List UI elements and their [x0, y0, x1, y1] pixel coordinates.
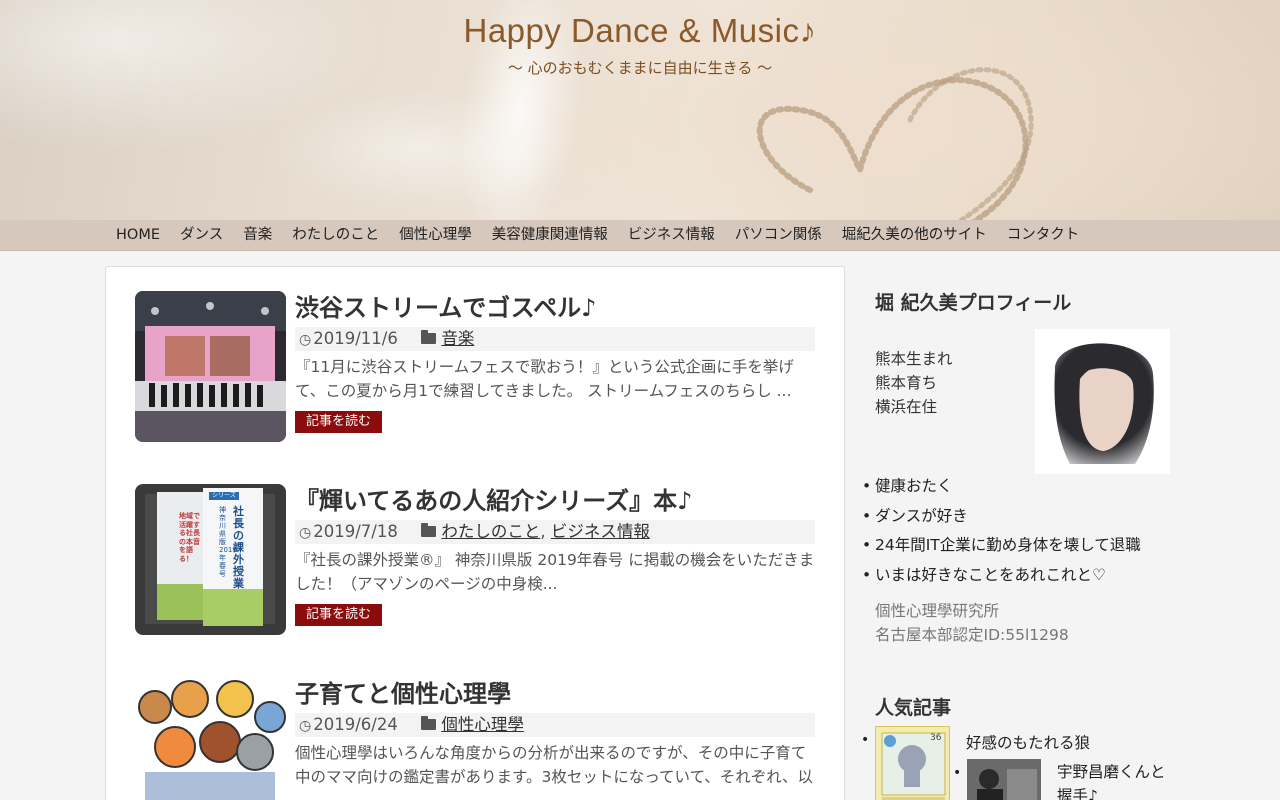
- profile-bullet: 健康おたく: [862, 472, 1141, 502]
- profile-bullet: ダンスが好き: [862, 502, 1141, 532]
- clock-icon: ◷: [299, 332, 312, 348]
- site-header: Happy Dance & Music♪ 〜 心のおもむくままに自由に生きる 〜: [0, 0, 1280, 220]
- folder-icon: [421, 523, 437, 537]
- nav-item-beauty-health[interactable]: 美容健康関連情報: [482, 220, 618, 251]
- profile-origin: 熊本生まれ 熊本育ち 横浜在住: [875, 347, 953, 419]
- post-title[interactable]: 子育てと個性心理學: [295, 674, 815, 709]
- post-thumbnail-gospel-stage[interactable]: [135, 291, 286, 442]
- main-content: 渋谷ストリームでゴスペル♪ ◷ 2019/11/6 音楽 『11月に渋谷ストリーム…: [105, 266, 845, 800]
- stage-photo-image: [135, 291, 286, 442]
- sidebar: 堀 紀久美プロフィール 熊本生まれ 熊本育ち 横浜在住 健康おたく ダンスが好き…: [861, 266, 1177, 800]
- cert-line: 名古屋本部認定ID:55l1298: [875, 626, 1069, 644]
- main-nav: HOME ダンス 音楽 わたしのこと 個性心理學 美容健康関連情報 ビジネス情報…: [0, 220, 1280, 251]
- post-excerpt: 『11月に渋谷ストリームフェスで歌おう！』という公式企画に手を挙げて、この夏から…: [295, 358, 794, 400]
- post-excerpt: 個性心理學はいろんな角度からの分析が出来るのですが、その中に子育て中のママ向けの…: [295, 744, 813, 786]
- book-photo-image: [135, 484, 286, 635]
- post-category-link[interactable]: ビジネス情報: [551, 522, 650, 541]
- post-title[interactable]: 『輝いてるあの人紹介シリーズ』本♪: [295, 481, 815, 516]
- profile-portrait-image: [1035, 329, 1170, 474]
- nav-item-about-me[interactable]: わたしのこと: [282, 220, 389, 251]
- profile-bullet: いまは好きなことをあれこれと♡: [862, 561, 1141, 591]
- post-date: 2019/11/6: [313, 329, 398, 348]
- profile-bullet: 24年間IT企業に勤め身体を壊して退職: [862, 531, 1141, 561]
- post-meta: ◷ 2019/6/24 個性心理學: [295, 713, 815, 737]
- profile-line: 熊本生まれ: [875, 350, 953, 368]
- popular-link[interactable]: 好感のもたれる狼: [966, 731, 1090, 753]
- clock-icon: ◷: [299, 525, 312, 541]
- category-separator: ,: [540, 522, 546, 541]
- nav-item-contact[interactable]: コンタクト: [997, 220, 1090, 251]
- profile-photo: [1035, 329, 1170, 474]
- read-more-button[interactable]: 記事を読む: [295, 411, 382, 433]
- nav-item-pc[interactable]: パソコン関係: [725, 220, 832, 251]
- book-series-text: シリーズ: [212, 492, 236, 499]
- list-bullet: •: [953, 765, 962, 781]
- post-title[interactable]: 渋谷ストリームでゴスペル♪: [295, 288, 815, 323]
- book-side-text: 地域で活躍する社長の本音を語る！: [179, 512, 200, 563]
- post-entry: シリーズ 社長の課外授業 神奈川県版 2019年春号 地域で活躍する社長の本音を…: [135, 484, 817, 636]
- post-excerpt: 『社長の課外授業®』 神奈川県版 2019年春号 に掲載の機会をいただきました！…: [295, 551, 815, 593]
- profile-line: 熊本育ち: [875, 374, 938, 392]
- site-title[interactable]: Happy Dance & Music♪: [0, 12, 1280, 50]
- nav-item-personality-psychology[interactable]: 個性心理學: [389, 220, 482, 251]
- nav-item-home[interactable]: HOME: [106, 220, 170, 251]
- cert-line: 個性心理學研究所: [875, 602, 1000, 620]
- post-category-link[interactable]: 音楽: [441, 329, 474, 348]
- list-bullet: •: [861, 732, 870, 748]
- profile-heading: 堀 紀久美プロフィール: [875, 292, 1072, 314]
- post-entry: 渋谷ストリームでゴスペル♪ ◷ 2019/11/6 音楽 『11月に渋谷ストリーム…: [135, 291, 817, 443]
- profile-line: 横浜在住: [875, 398, 938, 416]
- popular-thumbnail-handshake[interactable]: [967, 759, 1041, 800]
- nav-item-dance[interactable]: ダンス: [170, 220, 233, 251]
- post-meta: ◷ 2019/11/6 音楽: [295, 327, 815, 351]
- certification: 個性心理學研究所 名古屋本部認定ID:55l1298: [875, 599, 1069, 647]
- popular-link[interactable]: 宇野昌磨くんと握手♪: [1057, 760, 1177, 800]
- nav-item-other-sites[interactable]: 堀紀久美の他のサイト: [832, 220, 997, 251]
- animal-characters-image: [135, 677, 286, 800]
- read-more-button[interactable]: 記事を読む: [295, 604, 382, 626]
- site-tagline: 〜 心のおもむくままに自由に生きる 〜: [507, 59, 773, 77]
- popular-heading: 人気記事: [875, 697, 952, 719]
- post-category-link[interactable]: わたしのこと: [441, 522, 540, 541]
- handshake-photo-image: [967, 759, 1041, 800]
- post-date: 2019/6/24: [313, 715, 398, 734]
- popular-thumbnail-wolf[interactable]: 36: [875, 726, 950, 800]
- folder-icon: [421, 330, 437, 344]
- post-category-link[interactable]: 個性心理學: [441, 715, 524, 734]
- folder-icon: [421, 716, 437, 730]
- profile-bullets: 健康おたく ダンスが好き 24年間IT企業に勤め身体を壊して退職 いまは好きなこ…: [862, 472, 1141, 591]
- nav-item-music[interactable]: 音楽: [233, 220, 282, 251]
- post-thumbnail-animals[interactable]: [135, 677, 286, 800]
- post-meta: ◷ 2019/7/18 わたしのこと, ビジネス情報: [295, 520, 815, 544]
- post-thumbnail-book[interactable]: シリーズ 社長の課外授業 神奈川県版 2019年春号 地域で活躍する社長の本音を…: [135, 484, 286, 635]
- book-subtitle-text: 神奈川県版 2019年春号: [219, 506, 237, 578]
- post-date: 2019/7/18: [313, 522, 398, 541]
- clock-icon: ◷: [299, 718, 312, 734]
- post-entry: 子育てと個性心理學 ◷ 2019/6/24 個性心理學 個性心理學はいろんな角度か…: [135, 677, 817, 800]
- nav-item-business[interactable]: ビジネス情報: [618, 220, 725, 251]
- wolf-card-badge: 36: [930, 733, 942, 743]
